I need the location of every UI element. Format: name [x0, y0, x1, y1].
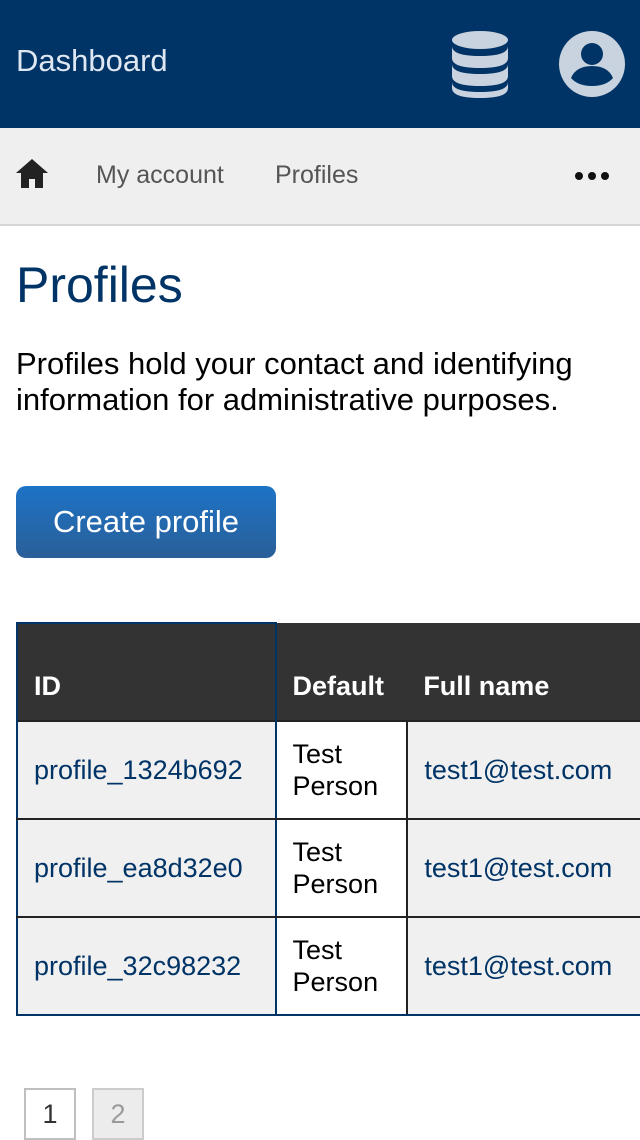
user-account-icon[interactable] — [558, 30, 626, 98]
default-cell: Test Person — [274, 720, 409, 820]
nav-link-my-account[interactable]: My account — [96, 160, 224, 190]
profile-id-cell: profile_1324b692 — [16, 720, 277, 820]
profile-id-link[interactable]: profile_ea8d32e0 — [34, 853, 243, 883]
profile-id-cell: profile_32c98232 — [16, 916, 277, 1016]
pagination-page-2[interactable]: 2 — [92, 1088, 144, 1140]
full-name-cell: test1@test.com — [406, 720, 640, 820]
default-cell: Test Person — [274, 818, 409, 918]
column-header-full-name[interactable]: Full name — [407, 623, 640, 721]
table-row: profile_ea8d32e0 Test Person test1@test.… — [16, 818, 640, 918]
email-link[interactable]: test1@test.com — [424, 755, 612, 785]
app-title[interactable]: Dashboard — [16, 42, 168, 80]
profile-id-link[interactable]: profile_32c98232 — [34, 951, 241, 981]
table-row: profile_32c98232 Test Person test1@test.… — [16, 916, 640, 1016]
column-header-default[interactable]: Default — [275, 623, 408, 721]
table-header-row: ID Default Full name — [16, 622, 640, 721]
table-row: profile_1324b692 Test Person test1@test.… — [16, 720, 640, 820]
default-cell: Test Person — [274, 916, 409, 1016]
nav-link-profiles[interactable]: Profiles — [275, 160, 358, 190]
create-profile-button[interactable]: Create profile — [16, 486, 276, 558]
email-link[interactable]: test1@test.com — [424, 853, 612, 883]
top-header: Dashboard — [0, 0, 640, 128]
profile-id-link[interactable]: profile_1324b692 — [34, 755, 243, 785]
full-name-cell: test1@test.com — [406, 916, 640, 1016]
profiles-table: ID Default Full name profile_1324b692 Te… — [16, 622, 640, 1016]
profile-id-cell: profile_ea8d32e0 — [16, 818, 277, 918]
column-header-id[interactable]: ID — [16, 622, 277, 721]
home-icon[interactable] — [14, 156, 50, 192]
full-name-cell: test1@test.com — [406, 818, 640, 918]
more-dots-icon[interactable] — [572, 166, 612, 186]
database-icon[interactable] — [448, 30, 512, 98]
pagination-page-1[interactable]: 1 — [24, 1088, 76, 1140]
page-title: Profiles — [16, 257, 183, 313]
email-link[interactable]: test1@test.com — [424, 951, 612, 981]
intro-text: Profiles hold your contact and identifyi… — [16, 346, 573, 417]
